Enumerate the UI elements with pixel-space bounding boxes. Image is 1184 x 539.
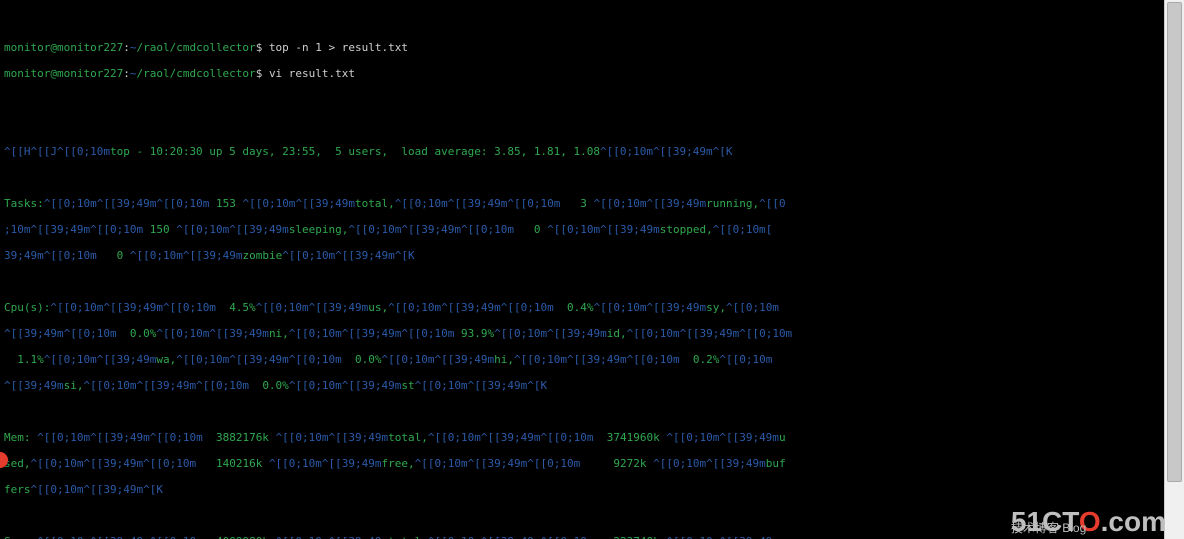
tasks-line: Tasks:^[[0;10m^[[39;49m^[[0;10m 153 ^[[0… xyxy=(4,197,1160,210)
mem-line: Mem: ^[[0;10m^[[39;49m^[[0;10m 3882176k … xyxy=(4,431,1160,444)
mem-line-3: fers^[[0;10m^[[39;49m^[K xyxy=(4,483,1160,496)
shell-prompt-2: monitor@monitor227:~/raol/cmdcollector$ … xyxy=(4,67,1160,80)
cpu-line-4: ^[[39;49msi,^[[0;10m^[[39;49m^[[0;10m 0.… xyxy=(4,379,1160,392)
cpu-line-3: 1.1%^[[0;10m^[[39;49mwa,^[[0;10m^[[39;49… xyxy=(4,353,1160,366)
tasks-line-2: ;10m^[[39;49m^[[0;10m 150 ^[[0;10m^[[39;… xyxy=(4,223,1160,236)
shell-prompt-1: monitor@monitor227:~/raol/cmdcollector$ … xyxy=(4,41,1160,54)
mem-line-2: sed,^[[0;10m^[[39;49m^[[0;10m 140216k ^[… xyxy=(4,457,1160,470)
vertical-scrollbar[interactable] xyxy=(1164,0,1184,539)
terminal-window[interactable]: monitor@monitor227:~/raol/cmdcollector$ … xyxy=(0,0,1164,539)
top-header-line: ^[[H^[[J^[[0;10mtop - 10:20:30 up 5 days… xyxy=(4,145,1160,158)
cpu-line-2: ^[[39;49m^[[0;10m 0.0%^[[0;10m^[[39;49mn… xyxy=(4,327,1160,340)
swap-line: Swap:^[[0;10m^[[39;49m^[[0;10m 4009980k … xyxy=(4,535,1160,539)
scroll-thumb[interactable] xyxy=(1167,2,1182,482)
tasks-line-3: 39;49m^[[0;10m 0 ^[[0;10m^[[39;49mzombie… xyxy=(4,249,1160,262)
cpu-line: Cpu(s):^[[0;10m^[[39;49m^[[0;10m 4.5%^[[… xyxy=(4,301,1160,314)
